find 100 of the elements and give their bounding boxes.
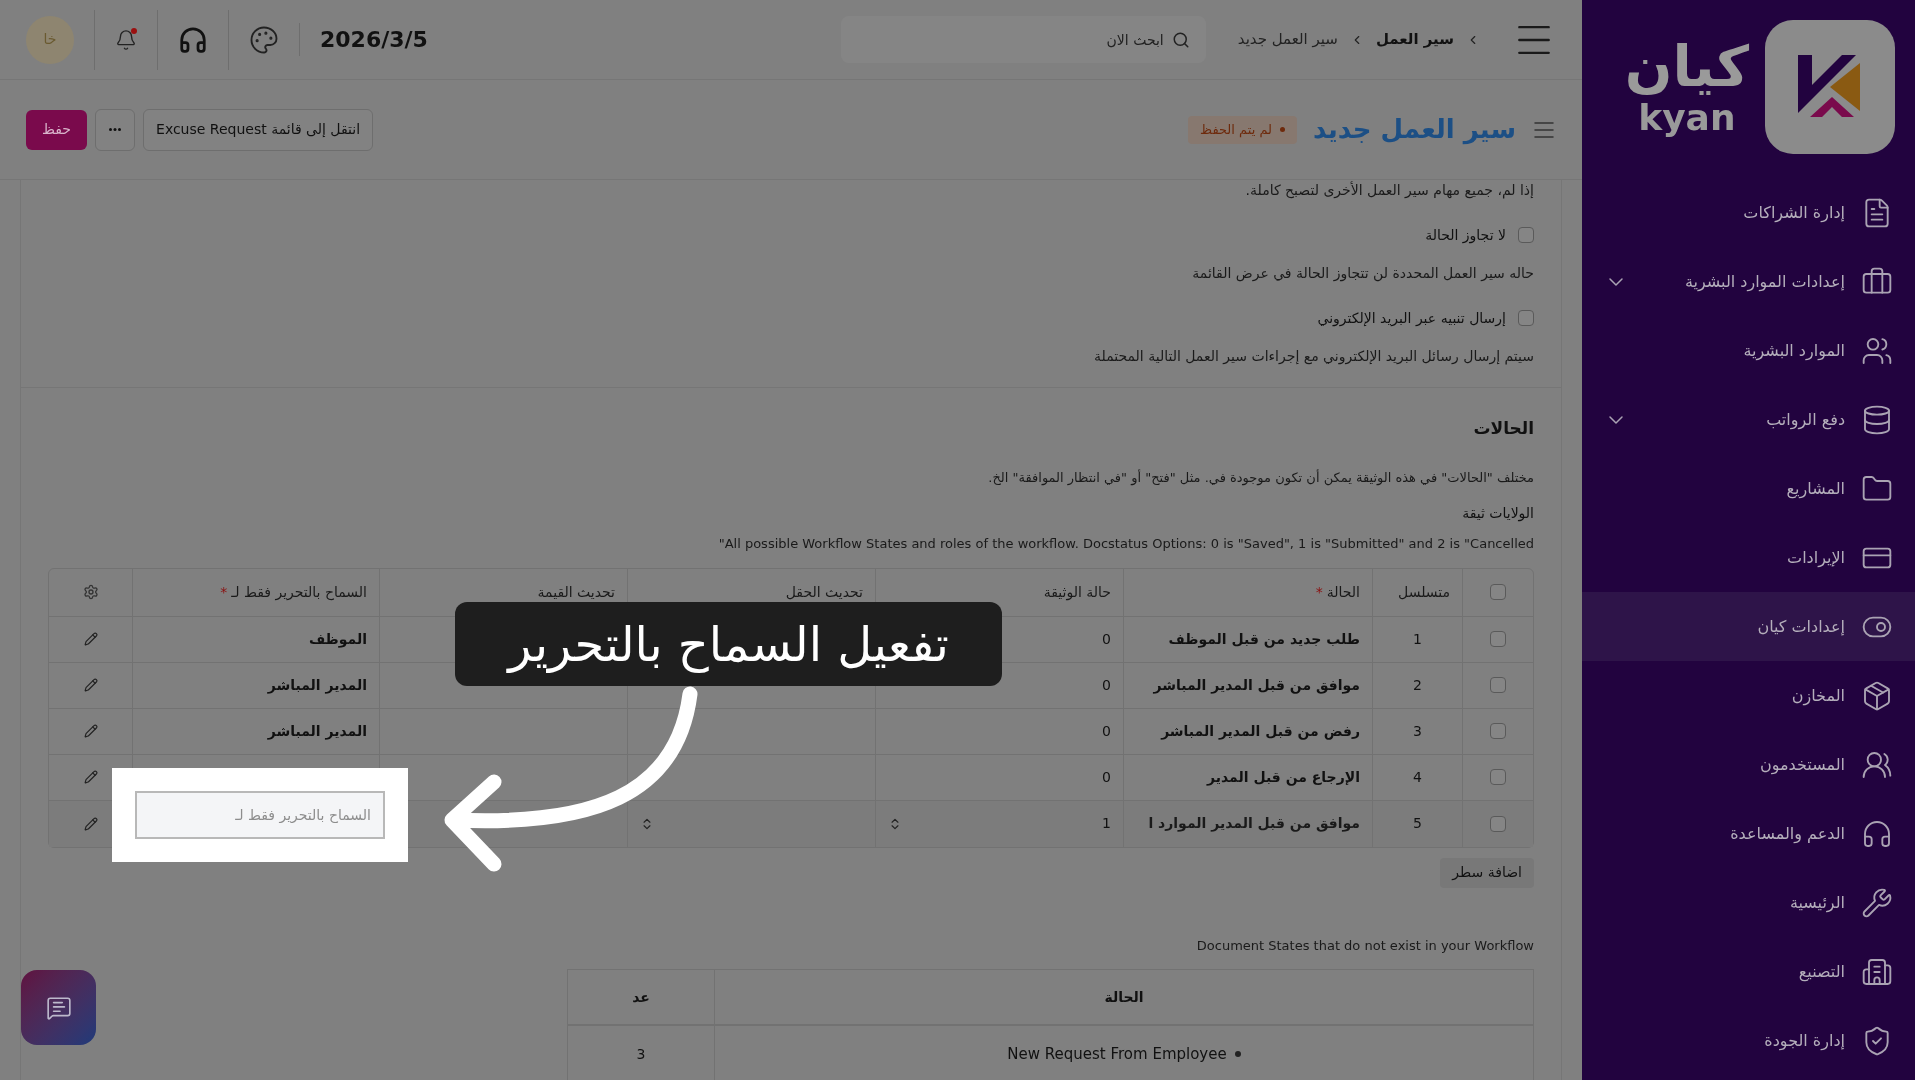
checkbox[interactable] bbox=[1518, 227, 1534, 243]
checkbox[interactable] bbox=[1490, 723, 1506, 739]
sidebar-item[interactable]: المشاريع bbox=[1582, 454, 1915, 523]
column-header: متسلسل bbox=[1398, 582, 1450, 602]
sidebar-item[interactable]: الإيرادات bbox=[1582, 523, 1915, 592]
sidebar-label: الإيرادات bbox=[1786, 546, 1845, 570]
sidebar-item[interactable]: المستخدمون bbox=[1582, 730, 1915, 799]
breadcrumb[interactable]: سير العمل جديد bbox=[1237, 28, 1338, 51]
help-text: حاله سير العمل المحددة لن تتجاوز الحالة في عرض القائمة bbox=[1191, 264, 1534, 284]
help-text: All possible Workflow States and roles of the workflow. Docstatus Options: 0 is "Saved", 1 is "Submitted" and 2 is "Cancelled" bbox=[717, 535, 1534, 553]
database-icon bbox=[1861, 403, 1893, 436]
logo-text: كيان bbox=[1624, 36, 1749, 98]
section-title: الحالات bbox=[1472, 417, 1534, 440]
sidebar-item[interactable]: الدعم والمساعدة bbox=[1582, 799, 1915, 868]
table-cell-text: المدير المباشر bbox=[267, 721, 367, 742]
column-header: الحالة bbox=[1326, 582, 1360, 602]
sidebar-item[interactable]: دفع الرواتب bbox=[1582, 385, 1915, 454]
checkbox[interactable] bbox=[1490, 677, 1506, 693]
logo-icon bbox=[1765, 20, 1895, 154]
help-text: إذا لم، جميع مهام سير العمل الأخرى لتصبح كاملة. bbox=[1244, 180, 1534, 201]
sidebar-label: الموارد البشرية bbox=[1742, 339, 1845, 363]
settings-icon[interactable] bbox=[82, 584, 99, 600]
state-field[interactable]: موافق من قبل المدير الموارد ا bbox=[1148, 813, 1360, 834]
checkbox[interactable] bbox=[1518, 310, 1534, 326]
checkbox[interactable] bbox=[1490, 631, 1506, 647]
chat-icon bbox=[45, 994, 72, 1021]
table-cell-text: New Request From Employee bbox=[1007, 1043, 1227, 1065]
column-header: السماح بالتحرير فقط لـ bbox=[231, 582, 367, 603]
sidebar-item[interactable]: إعدادات الموارد البشرية bbox=[1582, 247, 1915, 316]
field-label: الولايات ثيقة bbox=[1461, 504, 1534, 524]
sidebar-label: المخازن bbox=[1790, 684, 1845, 708]
headphones-icon[interactable] bbox=[178, 24, 208, 55]
breadcrumb[interactable]: سير العمل bbox=[1375, 28, 1454, 51]
table-cell-text: 5 bbox=[1413, 814, 1422, 833]
sidebar-item[interactable]: الرئيسية bbox=[1582, 868, 1915, 937]
checkbox-label: إرسال تنبيه عبر البريد الإلكتروني bbox=[1317, 308, 1506, 329]
table-cell-text: موافق من قبل المدير المباشر bbox=[1153, 675, 1360, 696]
table-cell-text: 4 bbox=[1413, 767, 1422, 787]
sidebar-label: المستخدمون bbox=[1759, 753, 1845, 777]
table-cell-text: 3 bbox=[636, 1044, 646, 1064]
column-header: الحالة bbox=[1104, 987, 1144, 1007]
sidebar-item[interactable]: الموارد البشرية bbox=[1582, 316, 1915, 385]
edit-icon[interactable] bbox=[83, 816, 98, 831]
checkbox[interactable] bbox=[1490, 815, 1506, 832]
required-mark: * bbox=[220, 582, 228, 602]
bell-icon[interactable] bbox=[115, 28, 137, 51]
checkbox[interactable] bbox=[1490, 769, 1506, 785]
checkbox[interactable] bbox=[1490, 584, 1506, 600]
table-cell-text: 3 bbox=[1413, 721, 1422, 741]
status-badge: لم يتم الحفظ bbox=[1188, 115, 1297, 144]
caption-text: تفعيل السماح بالتحرير bbox=[508, 615, 949, 675]
table-cell-text: رفض من قبل المدير المباشر bbox=[1161, 721, 1360, 742]
table-cell-text: 0 bbox=[1102, 721, 1111, 741]
tools-icon bbox=[1861, 886, 1893, 919]
goto-list-button[interactable]: انتقل إلى قائمة Excuse Request bbox=[143, 108, 374, 151]
search-field[interactable]: ابحث الان bbox=[840, 16, 1206, 63]
sidebar-item[interactable]: إدارة الشراكات bbox=[1582, 178, 1915, 247]
sidebar-label: إعدادات كيان bbox=[1756, 615, 1845, 638]
help-text: Document States that do not exist in your Workflow bbox=[1195, 936, 1534, 955]
sidebar-label: إعدادات الموارد البشرية bbox=[1683, 270, 1845, 294]
doc-status-field[interactable]: 1 bbox=[1102, 813, 1111, 834]
page-title: سير العمل جديد bbox=[1313, 113, 1516, 147]
sidebar-label: إدارة الجودة bbox=[1763, 1029, 1845, 1053]
palette-icon[interactable] bbox=[249, 24, 279, 55]
help-text: سيتم إرسال رسائل البريد الإلكتروني مع إجراءات سير العمل التالية المحتملة bbox=[1093, 347, 1534, 367]
edit-icon[interactable] bbox=[83, 770, 98, 784]
table-cell-text: طلب جديد من قبل الموظف bbox=[1168, 629, 1360, 650]
sidebar-item[interactable]: المخازن bbox=[1582, 661, 1915, 730]
column-header: تحديث القيمة bbox=[537, 582, 615, 602]
date-label: 2026/3/5 bbox=[299, 23, 448, 56]
more-icon bbox=[109, 128, 122, 131]
sidebar-label: المشاريع bbox=[1785, 477, 1845, 501]
logo-text: kyan bbox=[1638, 98, 1736, 138]
edit-icon[interactable] bbox=[83, 724, 98, 738]
checkbox-label: لا تجاوز الحالة bbox=[1425, 225, 1506, 246]
column-header: حالة الوثيقة bbox=[1043, 582, 1111, 603]
box-icon bbox=[1861, 679, 1893, 712]
bullet-icon bbox=[1234, 1051, 1241, 1057]
allow-edit-field[interactable]: السماح بالتحرير فقط لـ bbox=[135, 791, 385, 839]
sidebar-item[interactable]: التصنيع bbox=[1582, 937, 1915, 1006]
table-cell-text: 0 bbox=[1102, 675, 1111, 695]
sidebar-label: دفع الرواتب bbox=[1765, 408, 1845, 432]
chat-button[interactable] bbox=[21, 970, 96, 1045]
save-button[interactable]: حفظ bbox=[26, 109, 88, 150]
sidebar-label: الدعم والمساعدة bbox=[1729, 822, 1845, 846]
required-mark: * bbox=[1315, 582, 1323, 602]
sidebar-label: التصنيع bbox=[1797, 960, 1845, 984]
table-cell-text: 0 bbox=[1102, 767, 1111, 787]
search-icon bbox=[1171, 31, 1190, 49]
sidebar-label: إدارة الشراكات bbox=[1742, 201, 1845, 225]
table-cell-text: 1 bbox=[1413, 629, 1422, 649]
sidebar-item[interactable]: إعدادات كيان bbox=[1582, 592, 1915, 661]
table-cell-text: المدير المباشر bbox=[267, 675, 367, 696]
sidebar-item[interactable]: إدارة الجودة bbox=[1582, 1006, 1915, 1075]
section-description: مختلف "الحالات" في هذه الوثيقة يمكن أن تكون موجودة في. مثل "فتح" أو "في انتظار الموافقة" الخ. bbox=[987, 468, 1534, 487]
add-row-button[interactable]: اضافة سطر bbox=[1440, 857, 1534, 888]
column-header: تحديث الحقل bbox=[785, 582, 863, 602]
edit-icon[interactable] bbox=[83, 678, 98, 692]
edit-icon[interactable] bbox=[83, 632, 98, 646]
table-cell-text: الإرجاع من قبل المدير bbox=[1207, 767, 1360, 788]
